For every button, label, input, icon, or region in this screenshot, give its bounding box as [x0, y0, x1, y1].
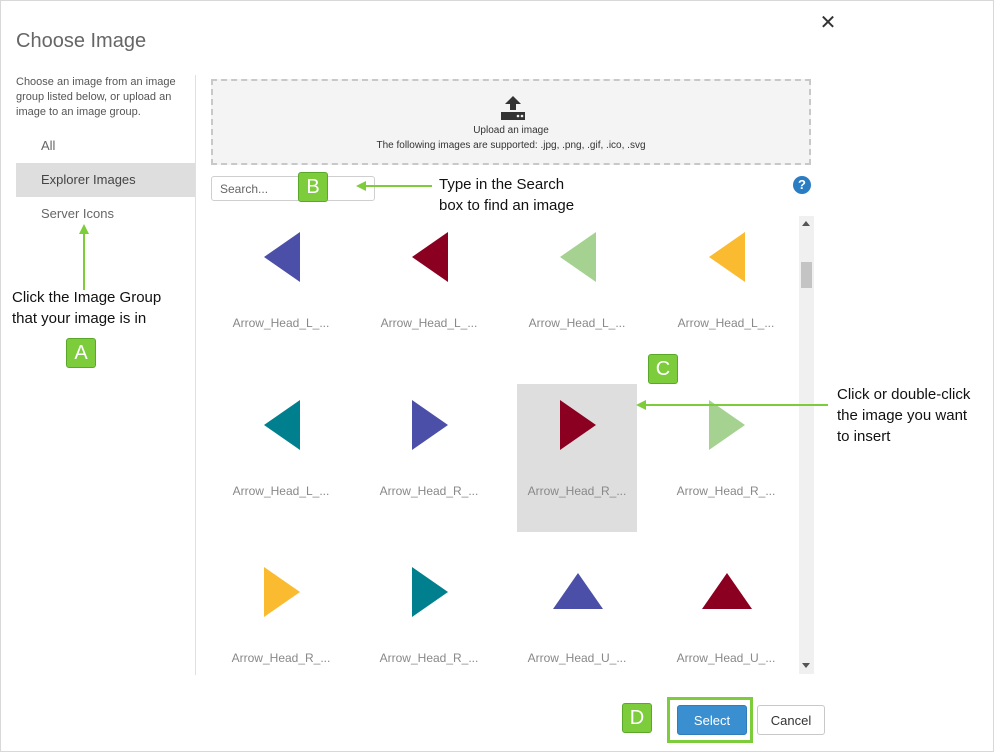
select-button[interactable]: Select [677, 705, 747, 735]
arrow-head-right-icon [264, 567, 300, 617]
image-tile-label: Arrow_Head_R_... [676, 484, 776, 498]
grid-scrollbar[interactable] [799, 216, 814, 674]
image-tile-label: Arrow_Head_R_... [231, 651, 331, 665]
annotation-text-b: Type in the Search box to find an image [439, 176, 575, 214]
scroll-up-icon[interactable] [802, 221, 810, 226]
scroll-down-icon[interactable] [802, 663, 810, 668]
help-icon[interactable]: ? [793, 176, 811, 194]
search-input[interactable] [211, 176, 375, 201]
upload-supported-formats: The following images are supported: .jpg… [376, 140, 646, 151]
image-tile[interactable]: Arrow_Head_R_... [369, 551, 489, 674]
image-tile[interactable]: Arrow_Head_R_... [369, 384, 489, 532]
image-tile-label: Arrow_Head_L_... [380, 316, 478, 330]
image-tile-label: Arrow_Head_U_... [676, 651, 776, 665]
image-tile[interactable]: Arrow_Head_L_... [369, 216, 489, 364]
image-group-sidebar: Choose an image from an image group list… [16, 75, 196, 675]
arrow-head-up-icon [553, 573, 603, 609]
upload-dropzone[interactable]: Upload an image The following images are… [211, 79, 811, 165]
arrow-head-left-icon [560, 232, 596, 282]
image-tile-label: Arrow_Head_L_... [232, 316, 330, 330]
upload-icon [501, 96, 525, 120]
dialog-title: Choose Image [16, 30, 147, 52]
image-tile[interactable]: Arrow_Head_R_... [221, 551, 341, 674]
image-tile[interactable]: Arrow_Head_U_... [517, 551, 637, 674]
arrow-head-right-icon [412, 400, 448, 450]
arrow-head-left-icon [264, 400, 300, 450]
image-tile-label: Arrow_Head_L_... [232, 484, 330, 498]
image-tile[interactable]: Arrow_Head_U_... [666, 551, 786, 674]
annotation-text-c: Click or double-click the image you want… [837, 386, 971, 445]
image-tile-label: Arrow_Head_R_... [527, 484, 627, 498]
arrow-head-left-icon [264, 232, 300, 282]
sidebar-item-all[interactable]: All [16, 129, 195, 163]
annotation-badge-b: B [298, 172, 328, 202]
arrow-head-left-icon [412, 232, 448, 282]
image-tile-label: Arrow_Head_L_... [677, 316, 775, 330]
image-tile-label: Arrow_Head_R_... [379, 484, 479, 498]
upload-title: Upload an image [473, 125, 549, 136]
image-tile-label: Arrow_Head_R_... [379, 651, 479, 665]
close-icon[interactable]: ✕ [818, 11, 838, 35]
image-tile[interactable]: Arrow_Head_L_... [221, 384, 341, 532]
cancel-button[interactable]: Cancel [757, 705, 825, 735]
image-tile[interactable]: Arrow_Head_L_... [221, 216, 341, 364]
sidebar-description: Choose an image from an image group list… [16, 76, 176, 118]
arrow-head-up-icon [702, 573, 752, 609]
image-grid: Arrow_Head_L_... Arrow_Head_L_... Arrow_He… [206, 216, 798, 674]
image-tile[interactable]: Arrow_Head_L_... [666, 216, 786, 364]
annotation-text-a: Click the Image Group that your image is… [12, 289, 162, 327]
choose-image-dialog: Choose Image ✕ Choose an image from an i… [0, 0, 994, 752]
annotation-badge-a: A [66, 338, 96, 368]
annotation-badge-c: C [648, 354, 678, 384]
arrow-head-left-icon [709, 232, 745, 282]
arrow-head-right-icon [560, 400, 596, 450]
arrow-head-right-icon [709, 400, 745, 450]
image-tile[interactable]: Arrow_Head_R_... [517, 384, 637, 532]
image-tile-label: Arrow_Head_L_... [528, 316, 626, 330]
arrow-head-right-icon [412, 567, 448, 617]
sidebar-item-explorer-images[interactable]: Explorer Images [16, 163, 195, 197]
image-tile[interactable]: Arrow_Head_L_... [517, 216, 637, 364]
image-tile[interactable]: Arrow_Head_R_... [666, 384, 786, 532]
image-tile-label: Arrow_Head_U_... [527, 651, 627, 665]
annotation-badge-d: D [622, 703, 652, 733]
sidebar-item-server-icons[interactable]: Server Icons [16, 197, 195, 231]
scroll-thumb[interactable] [801, 262, 812, 288]
